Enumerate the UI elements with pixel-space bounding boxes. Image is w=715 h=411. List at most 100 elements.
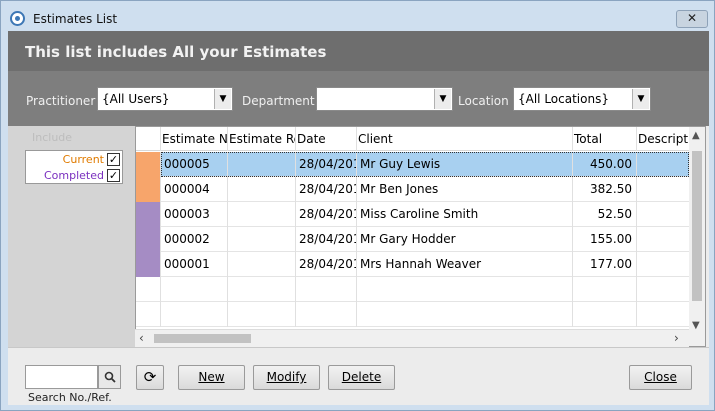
estimate-ref-cell	[228, 252, 296, 277]
column-header-estimate-ref[interactable]: Estimate Ref.	[228, 127, 296, 151]
description-cell	[637, 177, 691, 202]
filter-bar: Practitioner {All Users} ▼ Department ▼ …	[8, 71, 709, 126]
refresh-button[interactable]: ⟳	[136, 365, 164, 390]
estimates-window: Estimates List ✕ This list includes All …	[0, 0, 715, 411]
estimate-ref-cell	[228, 177, 296, 202]
table-row[interactable]: 000001 28/04/201 Mrs Hannah Weaver 177.00	[136, 252, 691, 277]
location-value: {All Locations}	[518, 92, 609, 106]
client-cell: Mrs Hannah Weaver	[357, 252, 573, 277]
vertical-scrollbar[interactable]: ▲ ▼	[689, 126, 706, 347]
client-cell: Mr Guy Lewis	[357, 152, 573, 177]
window-title: Estimates List	[33, 12, 118, 26]
chevron-down-icon[interactable]: ▼	[434, 89, 451, 109]
refresh-icon: ⟳	[143, 368, 157, 386]
estimate-no-cell: 000005	[161, 152, 228, 177]
row-status-marker	[136, 227, 161, 252]
column-header-client[interactable]: Client	[357, 127, 573, 151]
include-current-row[interactable]: Current ✓	[26, 152, 122, 168]
scroll-up-icon[interactable]: ▲	[692, 130, 700, 141]
estimate-ref-cell	[228, 227, 296, 252]
client-cell	[357, 302, 573, 327]
description-cell	[637, 302, 691, 327]
new-button-label: New	[198, 370, 225, 384]
total-cell	[573, 277, 637, 302]
close-button[interactable]: Close	[629, 365, 692, 390]
date-cell: 28/04/201	[296, 202, 357, 227]
client-cell: Miss Caroline Smith	[357, 202, 573, 227]
column-header-total[interactable]: Total	[573, 127, 637, 151]
date-cell: 28/04/201	[296, 227, 357, 252]
estimate-ref-cell	[228, 202, 296, 227]
estimate-no-cell	[161, 277, 228, 302]
estimate-ref-cell	[228, 152, 296, 177]
estimate-no-cell: 000002	[161, 227, 228, 252]
include-completed-row[interactable]: Completed ✓	[26, 168, 122, 184]
date-cell: 28/04/201	[296, 152, 357, 177]
estimate-no-cell: 000003	[161, 202, 228, 227]
department-label: Department	[242, 94, 315, 108]
client-area: This list includes All your Estimates Pr…	[8, 31, 709, 405]
include-current-label: Current	[62, 153, 104, 166]
description-cell	[637, 227, 691, 252]
new-button[interactable]: New	[178, 365, 245, 390]
row-status-marker	[136, 302, 161, 327]
include-completed-checkbox[interactable]: ✓	[107, 169, 120, 182]
practitioner-value: {All Users}	[102, 92, 170, 106]
total-cell: 177.00	[573, 252, 637, 277]
row-status-marker	[136, 277, 161, 302]
department-combo[interactable]: ▼	[316, 87, 453, 111]
delete-button[interactable]: Delete	[328, 365, 395, 390]
row-status-marker	[136, 177, 161, 202]
description-cell	[637, 252, 691, 277]
delete-button-label: Delete	[341, 370, 382, 384]
vertical-scroll-thumb[interactable]	[692, 151, 702, 301]
bottom-bar: Search No./Ref. ⟳ New Modify Delete Clos…	[8, 347, 709, 405]
chevron-down-icon[interactable]: ▼	[214, 89, 231, 109]
scroll-down-icon[interactable]: ▼	[692, 320, 700, 331]
horizontal-scrollbar[interactable]: ‹ ›	[135, 329, 689, 347]
include-panel: Include Current ✓ Completed ✓	[8, 126, 135, 347]
date-cell	[296, 302, 357, 327]
client-cell: Mr Ben Jones	[357, 177, 573, 202]
date-cell: 28/04/201	[296, 252, 357, 277]
column-header-description[interactable]: Description	[637, 127, 691, 151]
description-cell	[637, 152, 691, 177]
scroll-right-icon[interactable]: ›	[674, 331, 679, 345]
total-cell: 450.00	[573, 152, 637, 177]
estimates-grid[interactable]: Estimate No. Estimate Ref. Date Client T…	[135, 126, 691, 347]
modify-button[interactable]: Modify	[253, 365, 320, 390]
row-status-marker	[136, 202, 161, 227]
header-marker	[136, 127, 161, 151]
total-cell: 382.50	[573, 177, 637, 202]
location-label: Location	[458, 94, 509, 108]
include-current-checkbox[interactable]: ✓	[107, 153, 120, 166]
search-button[interactable]	[98, 365, 121, 389]
row-status-marker	[136, 152, 161, 177]
search-input[interactable]	[25, 365, 98, 389]
client-cell	[357, 277, 573, 302]
client-cell: Mr Gary Hodder	[357, 227, 573, 252]
location-combo[interactable]: {All Locations} ▼	[513, 87, 651, 111]
modify-button-label: Modify	[266, 370, 307, 384]
table-row[interactable]: 000005 28/04/201 Mr Guy Lewis 450.00	[136, 152, 691, 177]
column-header-date[interactable]: Date	[296, 127, 357, 151]
estimate-no-cell	[161, 302, 228, 327]
table-row[interactable]: 000003 28/04/201 Miss Caroline Smith 52.50	[136, 202, 691, 227]
table-row[interactable]: 000004 28/04/201 Mr Ben Jones 382.50	[136, 177, 691, 202]
column-header-estimate-no[interactable]: Estimate No.	[161, 127, 228, 151]
grid-header: Estimate No. Estimate Ref. Date Client T…	[136, 127, 691, 151]
practitioner-label: Practitioner	[26, 94, 96, 108]
scroll-left-icon[interactable]: ‹	[139, 331, 144, 345]
table-row[interactable]: 000002 28/04/201 Mr Gary Hodder 155.00	[136, 227, 691, 252]
estimate-ref-cell	[228, 277, 296, 302]
total-cell: 52.50	[573, 202, 637, 227]
title-bar: Estimates List ✕	[1, 1, 714, 31]
practitioner-combo[interactable]: {All Users} ▼	[97, 87, 233, 111]
description-cell	[637, 202, 691, 227]
chevron-down-icon[interactable]: ▼	[632, 89, 649, 109]
close-window-button[interactable]: ✕	[676, 10, 708, 28]
include-box: Current ✓ Completed ✓	[25, 150, 123, 184]
horizontal-scroll-thumb[interactable]	[154, 334, 251, 343]
search-icon	[104, 369, 116, 384]
date-cell: 28/04/201	[296, 177, 357, 202]
